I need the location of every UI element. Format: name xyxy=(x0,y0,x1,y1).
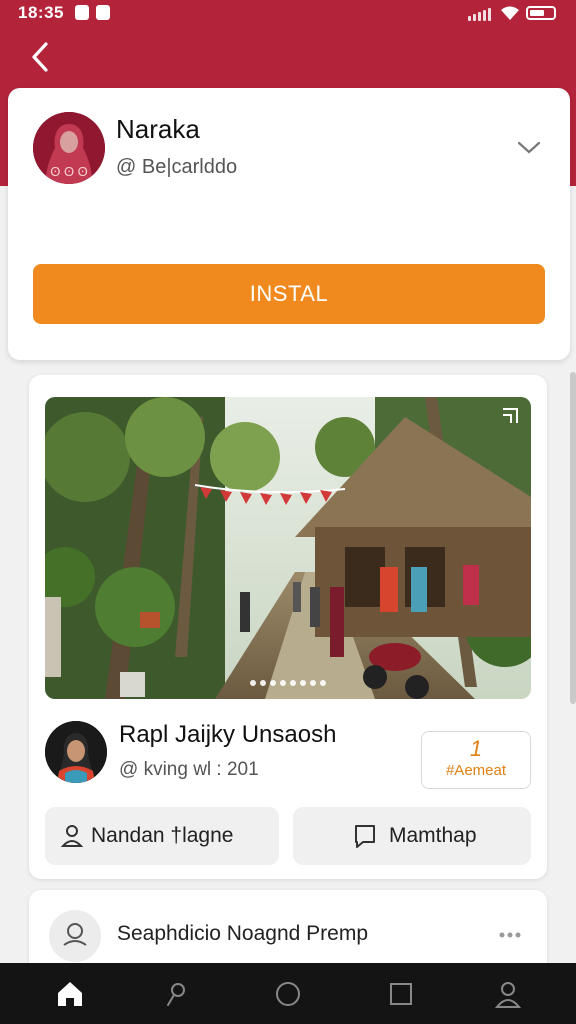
author-meta: @ kving wl : 201 xyxy=(119,759,259,780)
preview-title: Seaphdicio Noagnd Premp xyxy=(117,922,368,945)
back-button[interactable] xyxy=(26,40,56,74)
status-bar: 18:35 xyxy=(0,0,576,28)
follow-button[interactable]: Nandan †lagne xyxy=(45,807,279,865)
tag-badge[interactable]: 1 #Aemeat xyxy=(421,731,531,789)
chevron-down-icon[interactable] xyxy=(516,140,542,156)
bottom-nav xyxy=(0,963,576,1024)
profile-card: ʘ ʘ ʘ Naraka @ Be|carlddo INSTAL xyxy=(8,88,570,360)
scrollbar[interactable] xyxy=(570,372,576,704)
message-icon xyxy=(355,825,375,848)
profile-name: Naraka xyxy=(116,114,200,144)
person-icon xyxy=(61,825,83,847)
profile-icon[interactable] xyxy=(493,979,523,1009)
wifi-icon xyxy=(501,6,519,20)
search-icon[interactable] xyxy=(162,979,192,1009)
expand-icon[interactable] xyxy=(501,407,519,425)
message-button[interactable]: Mamthap xyxy=(293,807,531,865)
carousel-dots[interactable] xyxy=(45,673,531,691)
post-image[interactable] xyxy=(45,397,531,699)
badge-number: 1 xyxy=(469,736,483,761)
notification-icon xyxy=(75,5,89,20)
profile-avatar[interactable]: ʘ ʘ ʘ xyxy=(33,112,105,184)
author-name: Rapl Jaijky Unsaosh xyxy=(119,721,337,748)
more-icon[interactable] xyxy=(499,932,521,938)
signal-icon xyxy=(468,7,494,21)
preview-avatar xyxy=(49,910,101,962)
install-button[interactable]: INSTAL xyxy=(33,264,545,324)
app-icon xyxy=(96,5,110,20)
message-button-label: Mamthap xyxy=(389,824,477,847)
profile-handle: @ Be|carlddo xyxy=(116,156,238,178)
person-icon xyxy=(63,923,87,946)
status-time: 18:35 xyxy=(18,3,64,22)
author-avatar[interactable] xyxy=(45,721,107,783)
home-icon[interactable] xyxy=(55,979,85,1009)
badge-label: #Aemeat xyxy=(445,762,507,779)
square-icon[interactable] xyxy=(386,979,416,1009)
battery-icon xyxy=(526,6,556,20)
svg-text:ʘ ʘ ʘ: ʘ ʘ ʘ xyxy=(50,164,88,179)
circle-icon[interactable] xyxy=(273,979,303,1009)
post-card: Rapl Jaijky Unsaosh @ kving wl : 201 1 #… xyxy=(29,375,547,879)
follow-button-label: Nandan †lagne xyxy=(91,824,234,847)
